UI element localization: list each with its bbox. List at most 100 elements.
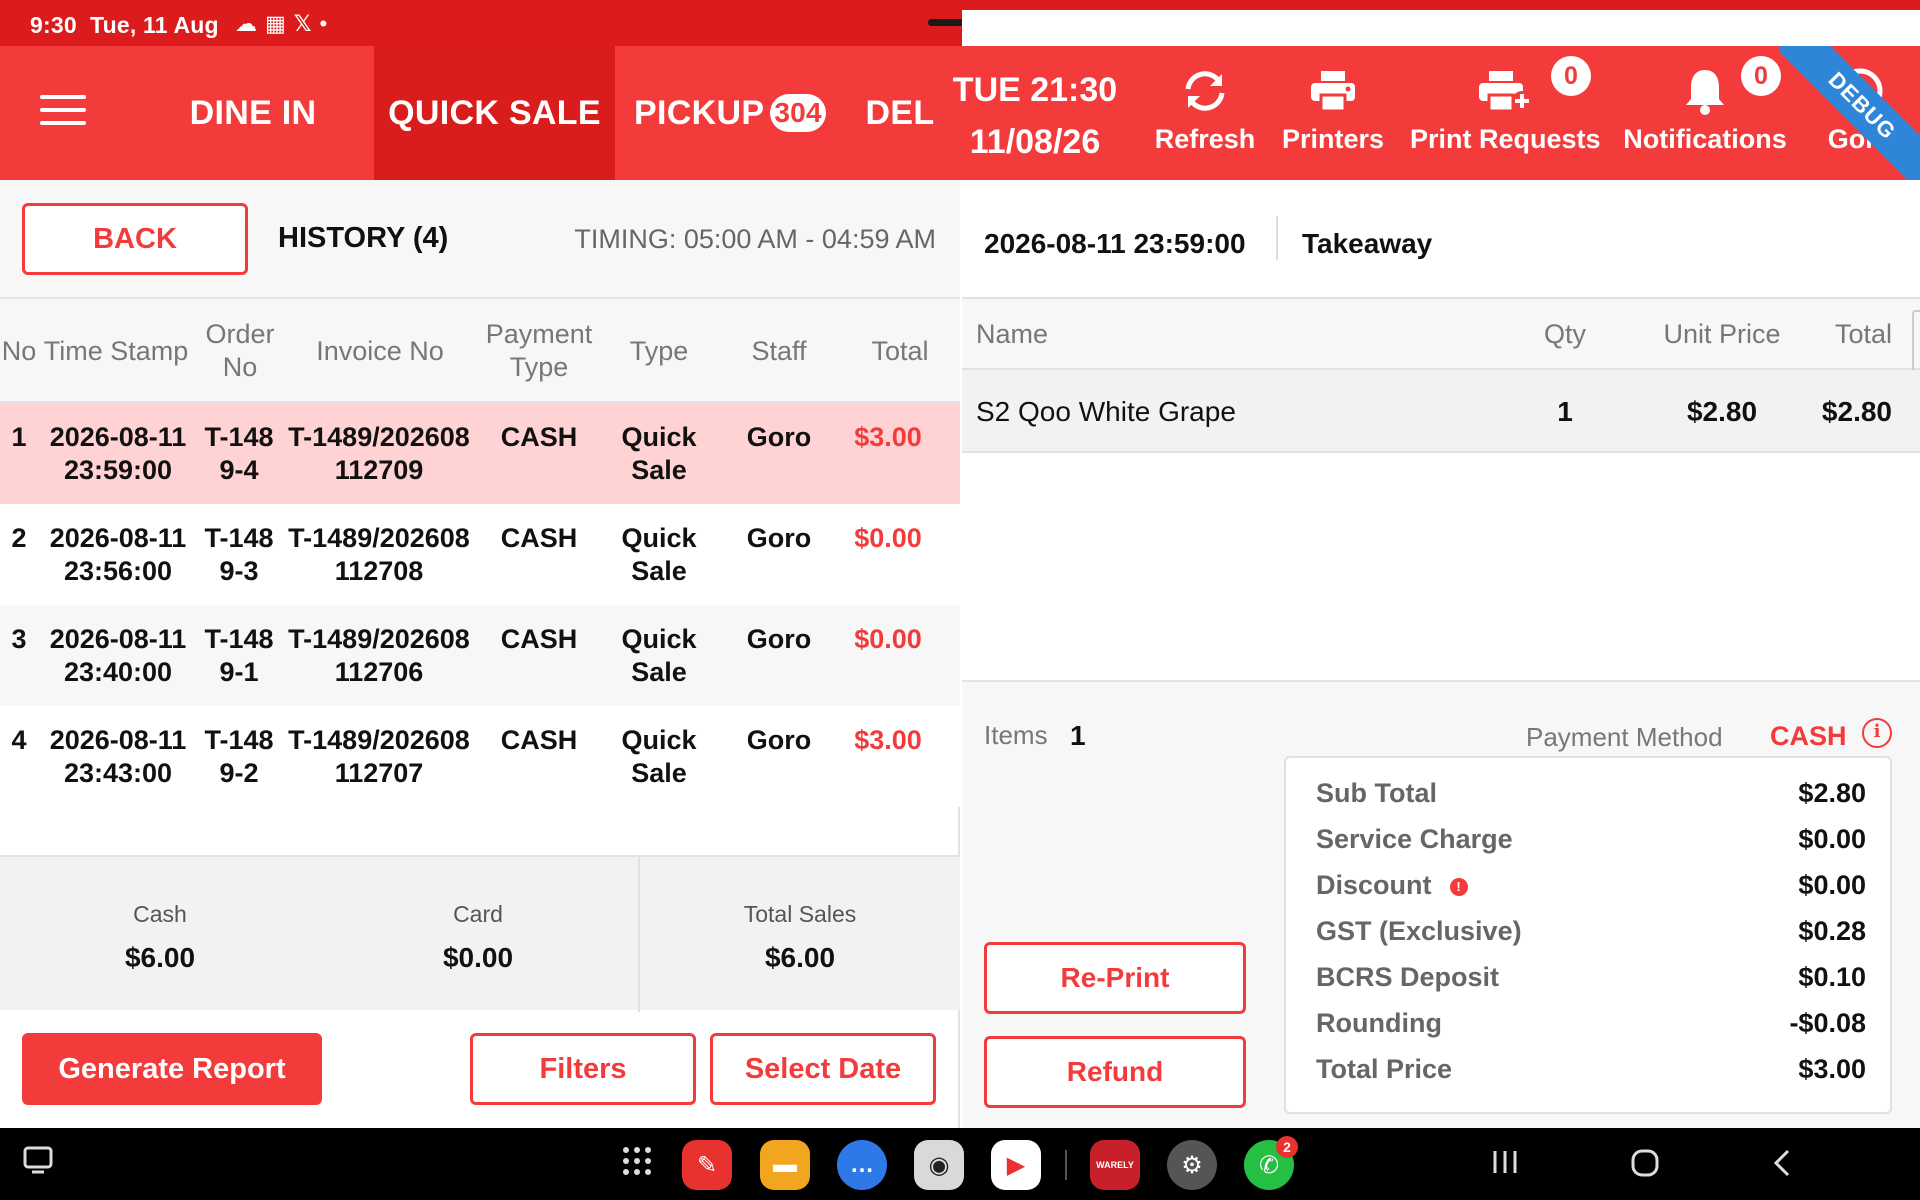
cell-order-no: T-148 9-4 <box>204 422 274 485</box>
cell-staff: Goro <box>746 725 812 755</box>
payment-method-value: CASH <box>1770 721 1847 751</box>
rounding-label: Rounding <box>1316 1008 1442 1038</box>
items-count: 1 <box>1070 720 1086 751</box>
order-type: Takeaway <box>1302 228 1433 259</box>
select-date-button[interactable]: Select Date <box>710 1033 936 1105</box>
tab-dine-in[interactable]: DINE IN <box>132 46 374 180</box>
order-item-row[interactable]: S2 Qoo White Grape 1 $2.80 $2.80 <box>962 370 1920 453</box>
total-row-rounding: Rounding -$0.08 <box>1286 1002 1894 1048</box>
screen-icon[interactable] <box>22 1144 54 1184</box>
info-icon[interactable]: i <box>1862 718 1892 748</box>
item-qty: 1 <box>1557 395 1573 427</box>
totals-card: Sub Total $2.80 Service Charge $0.00 Dis… <box>1284 756 1892 1114</box>
tab-quick-sale[interactable]: QUICK SALE <box>374 46 615 180</box>
card-label: Card <box>453 901 503 927</box>
order-datetime: 2026-08-11 23:59:00 <box>984 228 1246 259</box>
table-row[interactable]: 2 2026-08-11 23:56:00 T-148 9-3 T-1489/2… <box>0 504 960 605</box>
cell-total: $3.00 <box>854 725 922 755</box>
cell-payment-type: CASH <box>500 624 578 654</box>
table-row[interactable]: 1 2026-08-11 23:59:00 T-148 9-4 T-1489/2… <box>0 403 960 504</box>
total-row-total-price: Total Price $3.00 <box>1286 1048 1894 1094</box>
cell-no: 2 <box>11 523 27 553</box>
cell-timestamp: 2026-08-11 23:59:00 <box>49 422 187 485</box>
tab-pickup-label: PICKUP <box>634 93 765 132</box>
refund-button[interactable]: Refund <box>984 1036 1246 1108</box>
cash-label: Cash <box>133 901 187 927</box>
tab-pickup[interactable]: PICKUP 304 <box>630 46 830 180</box>
notes-app-icon[interactable]: ✎ <box>682 1140 732 1190</box>
gst-value: $0.28 <box>1798 916 1866 946</box>
total-row-bcrs: BCRS Deposit $0.10 <box>1286 956 1894 1002</box>
bcrs-value: $0.10 <box>1798 962 1866 992</box>
generate-report-button[interactable]: Generate Report <box>22 1033 322 1105</box>
timing-label: TIMING: 05:00 AM - 04:59 AM <box>574 224 936 254</box>
messages-app-icon[interactable]: … <box>837 1140 887 1190</box>
history-table-header: No Time Stamp Order No Invoice No Paymen… <box>0 299 960 403</box>
cell-type: Quick Sale <box>621 725 697 788</box>
cell-type: Quick Sale <box>621 624 697 687</box>
cell-invoice-no: T-1489/202608 112708 <box>288 523 470 586</box>
printers-label: Printers <box>1281 124 1385 154</box>
total-sales-label: Total Sales <box>743 901 857 927</box>
total-row-service-charge: Service Charge $0.00 <box>1286 818 1894 864</box>
table-row[interactable]: 4 2026-08-11 23:43:00 T-148 9-2 T-1489/2… <box>0 706 960 807</box>
back-icon[interactable] <box>1770 1148 1794 1186</box>
warely-app-icon[interactable]: WARELY <box>1090 1140 1140 1190</box>
sales-summary: Cash $6.00 Card $0.00 Total Sales $6.00 <box>0 855 960 1012</box>
files-app-icon[interactable]: ▬ <box>760 1140 810 1190</box>
col-type: Type <box>629 335 689 366</box>
whatsapp-badge: 2 <box>1276 1136 1298 1158</box>
youtube-app-icon[interactable]: ▶ <box>991 1140 1041 1190</box>
debug-label: DEBUG <box>1780 46 1920 180</box>
col-payment-type: Payment Type <box>485 319 593 382</box>
col-timestamp: Time Stamp <box>43 335 189 366</box>
history-header: BACK HISTORY (4) TIMING: 05:00 AM - 04:5… <box>0 180 960 299</box>
tab-quick-sale-label: QUICK SALE <box>388 93 601 132</box>
cell-staff: Goro <box>746 422 812 452</box>
app-icon: ▦ <box>265 11 286 36</box>
reprint-button[interactable]: Re-Print <box>984 942 1246 1014</box>
total-sales-value: $6.00 <box>764 942 836 973</box>
subtotal-label: Sub Total <box>1316 778 1437 808</box>
refresh-button[interactable]: Refresh <box>1150 58 1260 155</box>
total-row-gst: GST (Exclusive) $0.28 <box>1286 910 1894 956</box>
item-name: S2 Qoo White Grape <box>976 395 1236 427</box>
tab-delivery[interactable]: DEL <box>860 46 940 180</box>
print-requests-badge: 0 <box>1551 56 1591 96</box>
service-charge-value: $0.00 <box>1798 824 1866 854</box>
cell-payment-type: CASH <box>500 725 578 755</box>
subtotal-value: $2.80 <box>1798 778 1866 808</box>
apps-grid-icon[interactable] <box>620 1144 654 1186</box>
back-button[interactable]: BACK <box>22 203 248 275</box>
status-date: Tue, 11 Aug <box>90 12 219 38</box>
card-value: $0.00 <box>442 942 514 973</box>
menu-icon[interactable] <box>40 95 86 125</box>
total-row-subtotal: Sub Total $2.80 <box>1286 772 1894 818</box>
settings-app-icon[interactable]: ⚙ <box>1167 1140 1217 1190</box>
filters-button[interactable]: Filters <box>470 1033 696 1105</box>
discount-label-wrap: Discount! <box>1316 870 1468 901</box>
home-icon[interactable] <box>1630 1148 1660 1186</box>
col-no: No <box>1 335 37 366</box>
summary-card: Card $0.00 <box>318 857 638 1012</box>
system-nav-bar: ✎ ▬ … ◉ ▶ WARELY ⚙ ✆ 2 <box>0 1128 1920 1200</box>
item-total: $2.80 <box>1821 395 1892 427</box>
cell-order-no: T-148 9-3 <box>204 523 274 586</box>
order-header: 2026-08-11 23:59:00 Takeaway <box>962 180 1920 299</box>
cell-timestamp: 2026-08-11 23:40:00 <box>49 624 187 687</box>
service-charge-label: Service Charge <box>1316 824 1513 854</box>
cell-payment-type: CASH <box>500 422 578 452</box>
nav-day-time: TUE 21:30 <box>952 71 1118 109</box>
col-staff: Staff <box>751 335 807 366</box>
camera-app-icon[interactable]: ◉ <box>914 1140 964 1190</box>
discount-alert-icon[interactable]: ! <box>1449 877 1468 896</box>
items-label: Items <box>984 720 1048 750</box>
table-row[interactable]: 3 2026-08-11 23:40:00 T-148 9-1 T-1489/2… <box>0 605 960 706</box>
cell-order-no: T-148 9-2 <box>204 725 274 788</box>
cell-invoice-no: T-1489/202608 112707 <box>288 725 470 788</box>
printers-button[interactable]: Printers <box>1278 58 1388 155</box>
discount-label: Discount <box>1316 870 1432 900</box>
history-title: HISTORY (4) <box>278 222 449 254</box>
cell-payment-type: CASH <box>500 523 578 553</box>
recents-icon[interactable] <box>1490 1148 1520 1184</box>
